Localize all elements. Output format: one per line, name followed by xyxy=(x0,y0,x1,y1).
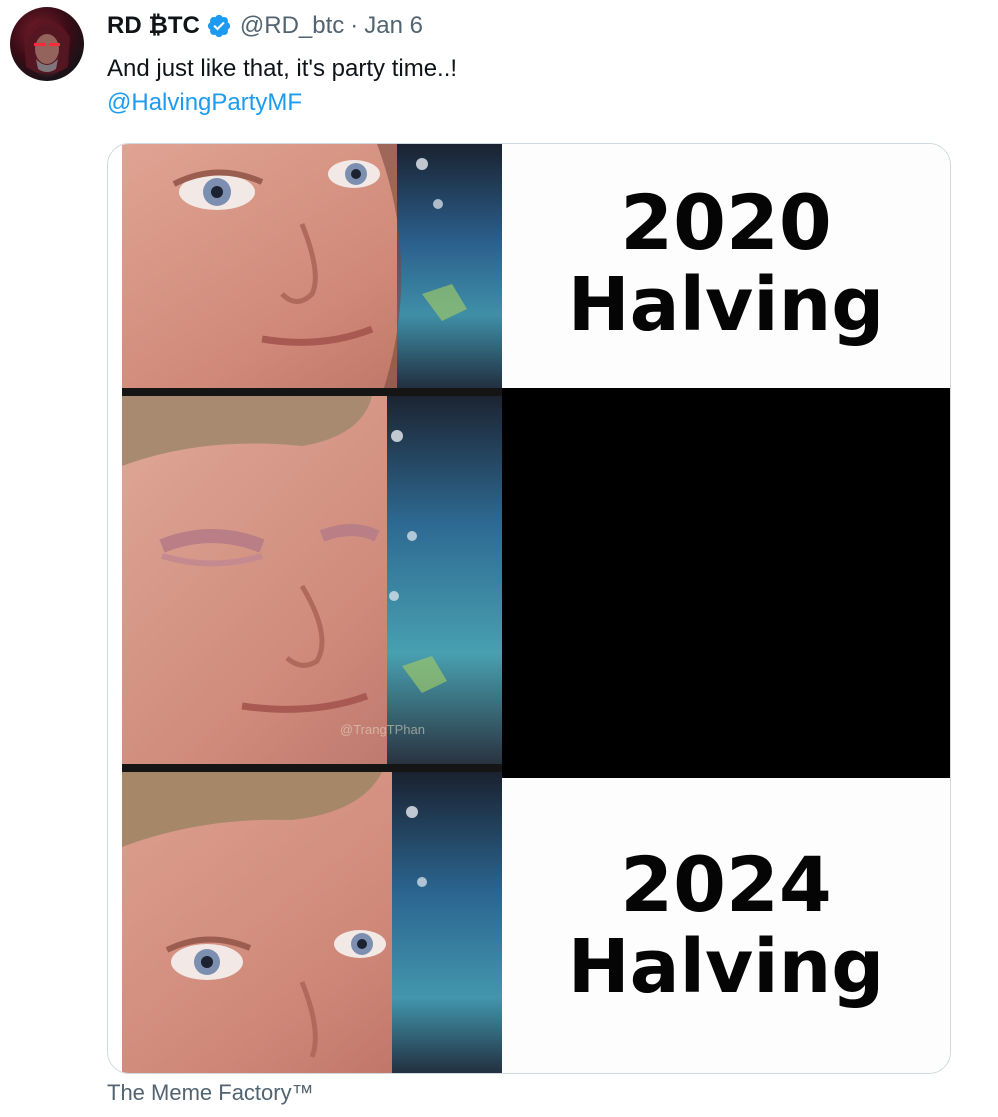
meme-image: @TrangTPhan 2020 Halving 2024 Halving xyxy=(122,144,950,1073)
tweet-date[interactable]: Jan 6 xyxy=(364,12,423,40)
caption-2024-halving: 2024 Halving xyxy=(502,840,950,1010)
caption-year-top: 2020 xyxy=(620,178,832,267)
meme-caption-panel-top: 2020 Halving xyxy=(502,144,950,388)
tweet-text: And just like that, it's party time..! xyxy=(107,55,458,82)
mention-link[interactable]: @HalvingPartyMF xyxy=(107,86,302,120)
meme-panel-eyes-closed xyxy=(122,396,502,764)
header-separator: · xyxy=(350,12,359,39)
meme-panel-eyes-open-bottom xyxy=(122,772,502,1073)
avatar[interactable] xyxy=(10,7,84,81)
caption-year-bottom: 2024 xyxy=(620,840,832,929)
caption-word-top: Halving xyxy=(567,262,885,348)
caption-2020-halving: 2020 Halving xyxy=(502,178,950,348)
user-handle[interactable]: @RD_btc xyxy=(240,12,344,40)
tweet-source[interactable]: The Meme Factory™ xyxy=(107,1080,314,1106)
tweet-media[interactable]: @TrangTPhan 2020 Halving 2024 Halving xyxy=(107,143,951,1074)
meme-caption-panel-blank xyxy=(502,388,950,778)
caption-word-bottom: Halving xyxy=(567,924,885,1010)
meme-panel-eyes-open-top xyxy=(122,144,502,388)
panel-divider xyxy=(122,388,502,396)
meme-caption-panel-bottom: 2024 Halving xyxy=(502,778,950,1073)
verified-badge-icon xyxy=(206,13,232,39)
display-name[interactable]: RD ₿TC xyxy=(107,12,200,40)
avatar-image xyxy=(24,20,70,77)
panel-divider xyxy=(122,764,502,772)
meme-watermark: @TrangTPhan xyxy=(340,722,425,737)
tweet-header: RD ₿TC @RD_btc · Jan 6 xyxy=(107,10,423,42)
